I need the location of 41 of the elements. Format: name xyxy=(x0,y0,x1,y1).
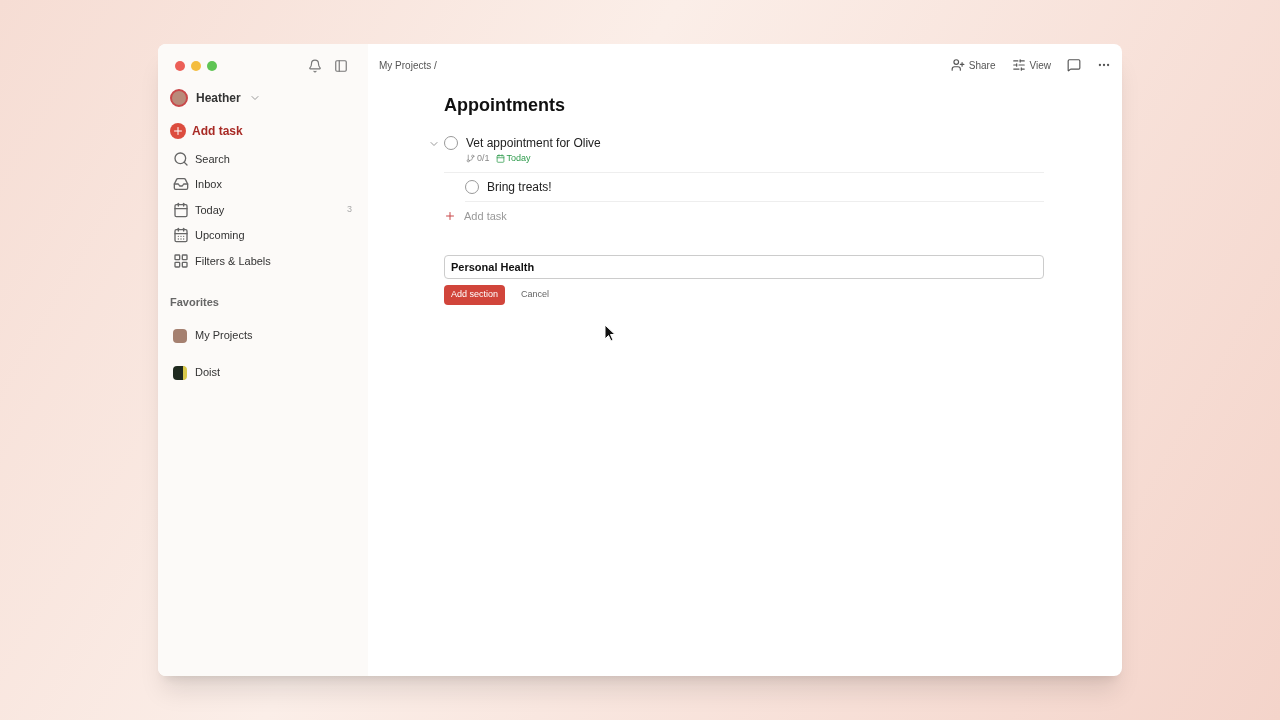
add-person-icon xyxy=(950,58,965,72)
task-title[interactable]: Vet appointment for Olive xyxy=(466,135,601,151)
project-item[interactable]: My Projects xyxy=(170,323,356,348)
project-avatar xyxy=(173,328,187,343)
sidebar-toggle-icon[interactable] xyxy=(334,59,348,73)
sidebar-nav-item[interactable]: Filters & Labels xyxy=(170,248,356,274)
due-date[interactable]: Today xyxy=(506,152,531,166)
view-button[interactable]: View xyxy=(1011,57,1051,73)
project-title: Appointments xyxy=(444,94,566,117)
calendar-icon xyxy=(173,201,189,218)
section-heading: Favorites xyxy=(170,294,220,310)
sidebar-nav-item[interactable]: Today 3 xyxy=(170,197,356,223)
share-button[interactable]: Share xyxy=(950,57,996,73)
subtask-icon xyxy=(466,154,475,164)
plus-icon xyxy=(444,209,456,222)
sidebar-nav-item[interactable]: Inbox xyxy=(170,171,356,197)
subtask-count: 0/1 xyxy=(477,152,490,165)
task-count: 3 xyxy=(347,203,353,216)
sliders-icon xyxy=(1011,58,1026,72)
comments-icon[interactable] xyxy=(1067,58,1081,72)
inbox-tray-icon xyxy=(173,176,189,193)
section-name-field[interactable]: Personal Health xyxy=(444,255,1044,279)
calendar-grid-icon xyxy=(173,227,189,244)
sidebar-nav-item[interactable]: Search xyxy=(170,146,356,172)
sidebar-nav-item[interactable]: Upcoming xyxy=(170,222,356,248)
user-menu[interactable]: Heather xyxy=(170,89,356,107)
minimize-window-button[interactable] xyxy=(191,61,201,71)
project-item[interactable]: Doist xyxy=(170,360,356,385)
close-window-button[interactable] xyxy=(175,61,185,71)
task-title[interactable]: Bring treats! xyxy=(487,178,552,195)
search-icon xyxy=(173,150,189,167)
doist-logo-icon xyxy=(173,365,187,380)
zoom-window-button[interactable] xyxy=(207,61,217,71)
notifications-bell-icon[interactable] xyxy=(308,59,322,73)
mouse-pointer-icon xyxy=(604,324,616,342)
grid-icon xyxy=(173,252,189,269)
add-section-button[interactable]: Add section xyxy=(444,285,506,305)
add-task-button[interactable]: Add task xyxy=(170,122,356,140)
cancel-button[interactable]: Cancel xyxy=(521,288,550,302)
calendar-icon xyxy=(495,154,505,164)
breadcrumb[interactable]: My Projects / xyxy=(379,57,437,73)
